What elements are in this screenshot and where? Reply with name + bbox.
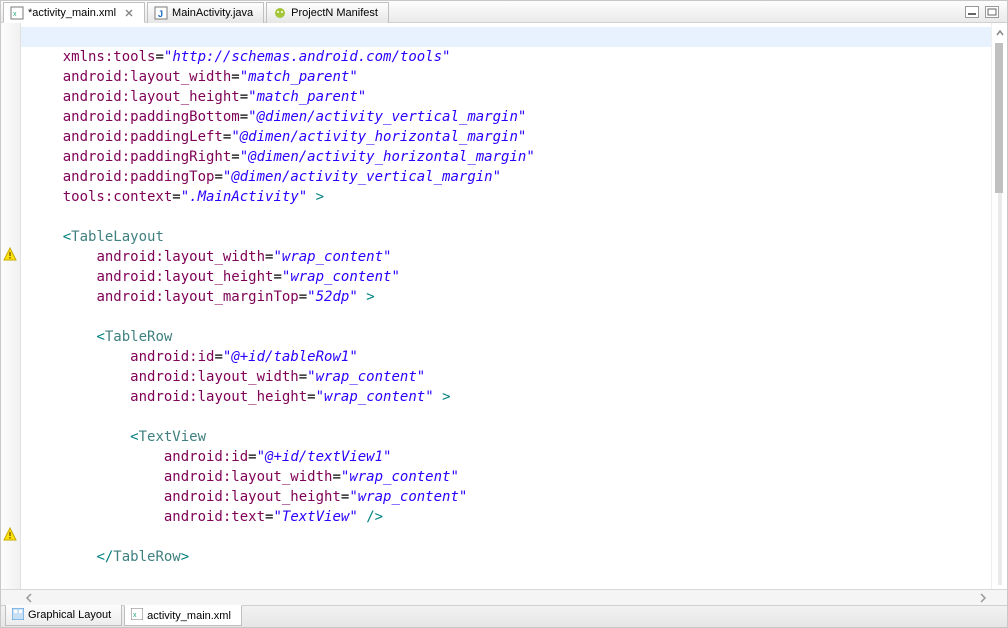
scroll-left-icon[interactable] xyxy=(21,591,37,605)
tab-label: MainActivity.java xyxy=(172,7,253,19)
editor-area: <RelativeLayout xmlns:android="http://sc… xyxy=(1,23,1007,589)
close-icon[interactable] xyxy=(124,8,134,18)
top-tab-bar: x *activity_main.xml J MainActivity.java… xyxy=(1,1,1007,23)
tab-manifest[interactable]: ProjectN Manifest xyxy=(266,2,389,23)
tab-main-activity-java[interactable]: J MainActivity.java xyxy=(147,2,264,23)
warning-icon[interactable] xyxy=(3,247,17,261)
overview-thumb[interactable] xyxy=(995,43,1003,193)
overview-ruler[interactable] xyxy=(991,23,1007,589)
bottom-tab-bar: Graphical Layout x activity_main.xml xyxy=(1,605,1007,627)
horizontal-scrollbar[interactable] xyxy=(1,589,1007,605)
xml-file-icon: x xyxy=(10,6,24,20)
bottom-tab-activity-main-xml[interactable]: x activity_main.xml xyxy=(124,605,242,626)
code-editor[interactable]: <RelativeLayout xmlns:android="http://sc… xyxy=(21,23,991,589)
tab-label: Graphical Layout xyxy=(28,609,111,621)
current-line-highlight xyxy=(21,27,991,47)
tab-label: *activity_main.xml xyxy=(28,7,116,19)
svg-text:x: x xyxy=(133,612,137,619)
maximize-button[interactable] xyxy=(985,6,999,18)
tab-label: ProjectN Manifest xyxy=(291,7,378,19)
warning-icon[interactable] xyxy=(3,527,17,541)
overview-track[interactable] xyxy=(998,43,1002,585)
tab-activity-main-xml[interactable]: x *activity_main.xml xyxy=(3,2,145,23)
minimize-button[interactable] xyxy=(965,6,979,18)
layout-icon xyxy=(12,608,24,623)
tab-label: activity_main.xml xyxy=(147,610,231,622)
svg-text:J: J xyxy=(158,9,163,19)
manifest-file-icon xyxy=(273,6,287,20)
java-file-icon: J xyxy=(154,6,168,20)
svg-text:x: x xyxy=(13,11,17,18)
window-controls xyxy=(959,1,1005,22)
editor-window: x *activity_main.xml J MainActivity.java… xyxy=(0,0,1008,628)
bottom-tab-graphical-layout[interactable]: Graphical Layout xyxy=(5,605,122,626)
gutter[interactable] xyxy=(1,23,21,589)
xml-file-icon: x xyxy=(131,608,143,623)
scroll-right-icon[interactable] xyxy=(975,591,991,605)
code-content: <RelativeLayout xmlns:android="http://sc… xyxy=(21,23,991,567)
chevron-up-icon[interactable] xyxy=(994,27,1006,39)
